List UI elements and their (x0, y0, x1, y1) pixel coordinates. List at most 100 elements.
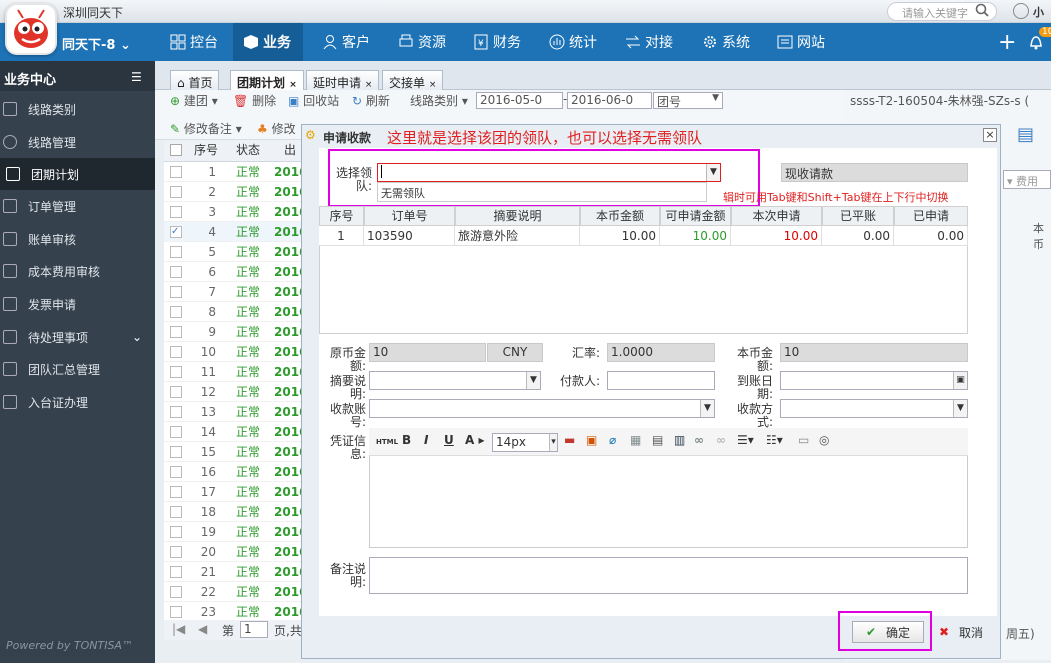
first-page-icon[interactable]: |◀ (172, 622, 185, 636)
line-col-header[interactable]: 本币金额 (580, 206, 660, 226)
line-col-header[interactable]: 已申请 (894, 206, 968, 226)
row-checkbox[interactable] (170, 386, 182, 398)
nav-item-system[interactable]: 系统 (692, 23, 760, 61)
table-row[interactable]: 11 正常 2016 (164, 362, 307, 382)
payer-input[interactable] (607, 371, 715, 390)
prev-page-icon[interactable]: ◀ (198, 622, 207, 636)
line-cell[interactable]: 旅游意外险 (455, 226, 580, 246)
table-row[interactable]: 19 正常 2016 (164, 522, 307, 542)
leader-option-none[interactable]: 无需领队 (377, 182, 707, 202)
col-header-status[interactable]: 状态 (236, 140, 260, 160)
select-all-checkbox[interactable] (170, 144, 182, 156)
row-checkbox[interactable]: ✓ (170, 226, 182, 238)
edit-button[interactable]: ♣ 修改 (257, 120, 296, 137)
sidebar-item-order[interactable]: 订单管理 (0, 190, 155, 222)
table-row[interactable]: 21 正常 2016 (164, 562, 307, 582)
cancel-button[interactable]: ✖ 取消 (928, 621, 994, 643)
table-icon[interactable]: ▥ (674, 433, 685, 447)
tab-home[interactable]: ⌂ 首页 (170, 70, 220, 90)
chevron-down-icon[interactable]: ▼ (526, 372, 540, 389)
table-row[interactable]: 14 正常 2016 (164, 422, 307, 442)
row-checkbox[interactable] (170, 306, 182, 318)
preview-icon[interactable]: ◎ (819, 433, 829, 447)
nav-item-console[interactable]: 控台 (160, 23, 228, 61)
nav-item-connect[interactable]: 对接 (615, 23, 683, 61)
calendar-icon[interactable]: ▣ (953, 372, 967, 389)
arrival-date-input[interactable]: ▣ (780, 371, 968, 390)
table-row[interactable]: 15 正常 2016 (164, 442, 307, 462)
sidebar-item-tour-plan[interactable]: 团期计划 (0, 158, 155, 190)
row-checkbox[interactable] (170, 486, 182, 498)
row-checkbox[interactable] (170, 166, 182, 178)
menu-toggle-icon[interactable]: ☰ (131, 70, 142, 84)
close-icon[interactable]: × (365, 80, 373, 90)
image-icon[interactable]: ▬ (564, 433, 575, 447)
row-checkbox[interactable] (170, 346, 182, 358)
table-row[interactable]: 7 正常 2016 (164, 282, 307, 302)
report-icon[interactable]: ▤ (1017, 124, 1034, 145)
account-select[interactable]: ▼ (369, 399, 715, 418)
line-col-header[interactable]: 摘要说明 (455, 206, 580, 226)
new-doc-icon[interactable]: ▭ (798, 433, 809, 447)
sidebar-item-cost[interactable]: 成本费用审核 (0, 255, 155, 287)
user-menu[interactable]: 同天下-8 ⌄ (62, 34, 131, 53)
chevron-down-icon[interactable]: ▼ (706, 164, 720, 181)
table-row[interactable]: 18 正常 2016 (164, 502, 307, 522)
delete-button[interactable]: 🗑 删除 (233, 92, 276, 109)
line-cell[interactable]: 1 (319, 226, 364, 246)
nav-item-website[interactable]: 网站 (767, 23, 835, 61)
leader-select[interactable]: ▼ (377, 163, 721, 182)
line-cell[interactable]: 0.00 (822, 226, 894, 246)
nav-item-finance[interactable]: ¥ 财务 (463, 23, 531, 61)
method-select[interactable]: ▼ (780, 399, 968, 418)
table-row[interactable]: 22 正常 2016 (164, 582, 307, 602)
chevron-down-icon[interactable]: ▼ (700, 400, 714, 417)
row-checkbox[interactable] (170, 606, 182, 618)
line-col-header[interactable]: 可申请金额 (660, 206, 731, 226)
table-row[interactable]: 2 正常 2016 (164, 182, 307, 202)
row-checkbox[interactable] (170, 426, 182, 438)
row-checkbox[interactable] (170, 206, 182, 218)
font-size-select[interactable]: 14px ▾ (492, 433, 558, 452)
line-cell[interactable]: 0.00 (894, 226, 968, 246)
sidebar-item-team-summary[interactable]: 团队汇总管理 (0, 353, 155, 385)
html-icon[interactable]: HTML (376, 438, 398, 446)
sidebar-item-pending[interactable]: 待处理事项 ⌄ (0, 321, 155, 353)
row-checkbox[interactable] (170, 526, 182, 538)
table-row[interactable]: 9 正常 2016 (164, 322, 307, 342)
line-col-header[interactable]: 序号 (319, 206, 364, 226)
sidebar-item-route-type[interactable]: 线路类别 (0, 93, 155, 125)
row-checkbox[interactable] (170, 286, 182, 298)
table-row[interactable]: 17 正常 2016 (164, 482, 307, 502)
nav-item-customer[interactable]: 客户 (312, 23, 380, 61)
row-checkbox[interactable] (170, 266, 182, 278)
chevron-down-icon[interactable]: ▼ (953, 400, 967, 417)
row-checkbox[interactable] (170, 406, 182, 418)
table-row[interactable]: 12 正常 2016 (164, 382, 307, 402)
row-checkbox[interactable] (170, 186, 182, 198)
search-icon[interactable] (975, 3, 989, 17)
table-row[interactable]: 1 正常 2016 (164, 162, 307, 182)
tab-handover[interactable]: 交接单 × (382, 70, 444, 90)
line-cell[interactable]: 10.00 (660, 226, 731, 246)
date-to-input[interactable]: 2016-06-0 (567, 92, 652, 109)
font-color-icon[interactable]: A ▸ (465, 433, 485, 447)
tour-no-select[interactable]: 团号 ▼ (653, 92, 723, 109)
tab-delay-request[interactable]: 延时申请 × (306, 70, 380, 90)
flash-icon[interactable]: ▦ (630, 433, 641, 447)
fee-select[interactable]: ▾ 费用 (1003, 170, 1051, 189)
user-avatar-icon[interactable] (1013, 3, 1029, 19)
sidebar-item-route-manage[interactable]: 线路管理 (0, 126, 155, 158)
close-icon[interactable]: × (429, 80, 437, 90)
table-row[interactable]: 13 正常 2016 (164, 402, 307, 422)
bold-icon[interactable]: B (402, 433, 411, 447)
route-type-filter[interactable]: 线路类别 ▾ (410, 92, 468, 109)
remark-input[interactable] (369, 557, 968, 594)
sidebar-item-invoice[interactable]: 发票申请 (0, 288, 155, 320)
summary-select[interactable]: ▼ (369, 371, 541, 390)
table-row[interactable]: 10 正常 2016 (164, 342, 307, 362)
col-header-no[interactable]: 序号 (194, 140, 218, 160)
table-row[interactable]: 8 正常 2016 (164, 302, 307, 322)
row-checkbox[interactable] (170, 566, 182, 578)
numbered-list-icon[interactable]: ☷▾ (766, 433, 783, 447)
